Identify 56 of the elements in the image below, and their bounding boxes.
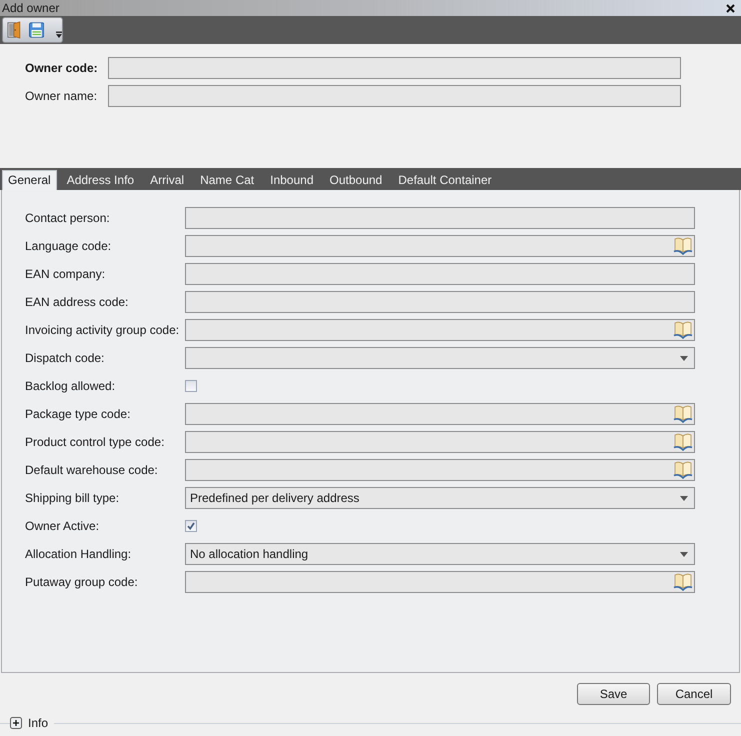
door-icon[interactable] bbox=[7, 20, 21, 40]
lookup-field[interactable] bbox=[185, 459, 695, 481]
field-label: Owner name: bbox=[25, 89, 98, 103]
tab[interactable]: General bbox=[2, 170, 57, 190]
book-icon[interactable] bbox=[673, 237, 693, 255]
field-label: Invoicing activity group code: bbox=[25, 323, 180, 337]
field-label: Package type code: bbox=[25, 407, 132, 421]
book-icon[interactable] bbox=[673, 321, 693, 339]
tab[interactable]: Outbound bbox=[324, 170, 388, 190]
lookup-field[interactable] bbox=[185, 235, 695, 257]
window-title: Add owner bbox=[2, 0, 60, 16]
input-field[interactable] bbox=[108, 57, 681, 79]
input-field[interactable] bbox=[108, 85, 681, 107]
book-icon[interactable] bbox=[673, 433, 693, 451]
input-field[interactable] bbox=[185, 263, 695, 285]
field-label: Product control type code: bbox=[25, 435, 166, 449]
field-label: Language code: bbox=[25, 239, 112, 253]
lookup-field[interactable] bbox=[185, 319, 695, 341]
caret-icon[interactable] bbox=[680, 552, 688, 556]
lookup-field[interactable] bbox=[185, 403, 695, 425]
overflow-arrow-icon[interactable] bbox=[56, 31, 62, 39]
lookup-field[interactable] bbox=[185, 431, 695, 453]
field-label: Putaway group code: bbox=[25, 575, 139, 589]
tab[interactable]: Inbound bbox=[264, 170, 320, 190]
book-icon[interactable] bbox=[673, 461, 693, 479]
field-label: Contact person: bbox=[25, 211, 111, 225]
book-icon[interactable] bbox=[673, 573, 693, 591]
dropdown-field[interactable]: No allocation handling bbox=[185, 543, 695, 565]
save-button[interactable]: Save bbox=[577, 683, 650, 705]
field-label: Backlog allowed: bbox=[25, 379, 116, 393]
field-label: Owner Active: bbox=[25, 519, 100, 533]
field-label: Allocation Handling: bbox=[25, 547, 132, 561]
close-icon[interactable] bbox=[726, 4, 735, 12]
tab[interactable]: Address Info bbox=[60, 170, 140, 190]
field-label: EAN address code: bbox=[25, 295, 130, 309]
tab[interactable]: Default Container bbox=[392, 170, 498, 190]
lookup-field[interactable] bbox=[185, 571, 695, 593]
input-field[interactable] bbox=[185, 291, 695, 313]
field-label: Default warehouse code: bbox=[25, 463, 159, 477]
section-label: Info bbox=[28, 716, 48, 730]
dropdown-field[interactable]: Predefined per delivery address bbox=[185, 487, 695, 509]
caret-icon[interactable] bbox=[680, 356, 688, 360]
checkbox[interactable] bbox=[185, 520, 197, 532]
book-icon[interactable] bbox=[673, 405, 693, 423]
plus-icon[interactable] bbox=[10, 717, 22, 729]
cancel-button[interactable]: Cancel bbox=[657, 683, 731, 705]
tab[interactable]: Name Cat bbox=[194, 170, 260, 190]
tab[interactable]: Arrival bbox=[144, 170, 190, 190]
input-field[interactable] bbox=[185, 207, 695, 229]
field-label: EAN company: bbox=[25, 267, 106, 281]
field-label: Dispatch code: bbox=[25, 351, 106, 365]
dropdown-field[interactable] bbox=[185, 347, 695, 369]
caret-icon[interactable] bbox=[680, 496, 688, 500]
field-label: Owner code: bbox=[25, 61, 99, 75]
checkbox[interactable] bbox=[185, 380, 197, 392]
field-label: Shipping bill type: bbox=[25, 491, 120, 505]
